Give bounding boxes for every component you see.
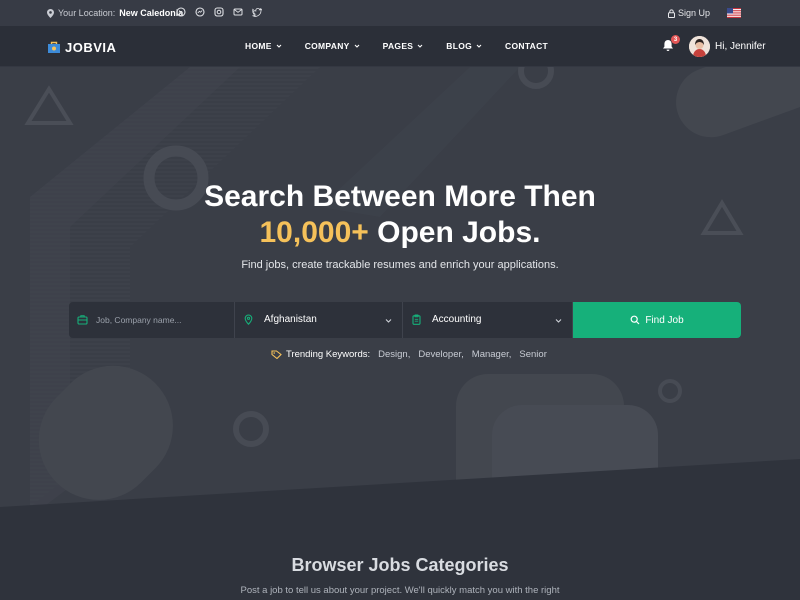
sign-up-link[interactable]: Sign Up <box>668 8 710 18</box>
map-pin-icon <box>47 8 54 18</box>
trending-label: Trending Keywords: <box>286 349 371 360</box>
instagram-icon[interactable] <box>214 7 224 17</box>
notification-badge: 3 <box>671 35 680 44</box>
user-avatar[interactable] <box>689 36 710 57</box>
find-job-label: Find Job <box>645 314 684 326</box>
hero-title-highlight: 10,000+ <box>259 216 369 249</box>
twitter-icon[interactable] <box>252 7 263 17</box>
nav-contact[interactable]: CONTACT <box>505 41 548 51</box>
category-select[interactable]: Accounting <box>403 302 573 338</box>
briefcase-icon <box>77 315 88 325</box>
social-links <box>176 7 263 17</box>
nav-pages[interactable]: PAGES <box>383 41 424 51</box>
nav-contact-label: CONTACT <box>505 41 549 51</box>
categories-title: Browser Jobs Categories <box>291 555 509 575</box>
find-job-button[interactable]: Find Job <box>573 302 741 338</box>
keyword-input[interactable]: Job, Company name... <box>96 315 182 325</box>
hero-subtitle: Find jobs, create trackable resumes and … <box>241 259 559 271</box>
avatar-image <box>689 36 710 57</box>
messenger-icon[interactable] <box>195 7 205 17</box>
trending-keyword-developer[interactable]: Developer, <box>418 349 463 360</box>
top-bar: Your Location: New Caledonia Sign Up <box>0 0 800 26</box>
sign-up-label: Sign Up <box>678 8 711 18</box>
trending-keyword-manager[interactable]: Manager, <box>472 349 512 360</box>
hero-section: Search Between More Then 10,000+ Open Jo… <box>0 67 800 600</box>
nav-home[interactable]: HOME <box>245 41 282 51</box>
chevron-down-icon <box>276 44 282 48</box>
hero-title-line1: Search Between More Then <box>204 180 596 213</box>
location-label: Your Location: <box>58 8 116 18</box>
chevron-down-icon <box>476 44 482 48</box>
search-icon <box>630 315 640 325</box>
us-flag-icon[interactable] <box>727 8 741 18</box>
nav-company[interactable]: COMPANY <box>305 41 360 51</box>
location-value: New Caledonia <box>119 8 184 18</box>
keyword-field[interactable]: Job, Company name... <box>69 302 235 338</box>
trending-keyword-design[interactable]: Design, <box>378 349 410 360</box>
categories-subtitle: Post a job to tell us about your project… <box>240 585 560 596</box>
nav-home-label: HOME <box>245 41 272 51</box>
tag-icon <box>271 350 282 359</box>
brand-name: JOBVIA <box>65 40 117 55</box>
hero-title-line2: Open Jobs. <box>368 216 541 249</box>
clipboard-icon <box>412 314 421 325</box>
briefcase-logo-icon <box>48 41 60 53</box>
trending-keyword-senior[interactable]: Senior <box>519 349 546 360</box>
lock-icon <box>668 8 675 18</box>
trending-keywords: Trending Keywords: Design, Developer, Ma… <box>271 349 547 360</box>
nav-pages-label: PAGES <box>382 41 414 51</box>
nav-company-label: COMPANY <box>304 41 350 51</box>
location-select-value: Afghanistan <box>264 314 317 325</box>
chevron-down-icon <box>417 44 423 48</box>
chevron-down-icon <box>555 319 562 323</box>
job-search-form: Job, Company name... Afghanistan Account… <box>69 302 741 338</box>
map-pin-icon <box>244 314 253 325</box>
location-select[interactable]: Afghanistan <box>235 302 403 338</box>
brand-logo[interactable]: JOBVIA <box>47 40 116 55</box>
nav-menu: HOME COMPANY PAGES BLOG CONTACT <box>245 41 571 51</box>
main-navbar: JOBVIA HOME COMPANY PAGES BLOG CONTACT 3… <box>0 26 800 67</box>
category-select-value: Accounting <box>432 314 482 325</box>
chevron-down-icon <box>385 319 392 323</box>
nav-blog[interactable]: BLOG <box>446 41 482 51</box>
mail-icon[interactable] <box>233 7 243 17</box>
hero-title: Search Between More Then 10,000+ Open Jo… <box>0 179 800 251</box>
location-info: Your Location: New Caledonia <box>47 8 183 18</box>
user-greeting[interactable]: Hi, Jennifer <box>715 41 766 52</box>
chevron-down-icon <box>354 44 360 48</box>
whatsapp-icon[interactable] <box>176 7 186 17</box>
nav-blog-label: BLOG <box>446 41 473 51</box>
